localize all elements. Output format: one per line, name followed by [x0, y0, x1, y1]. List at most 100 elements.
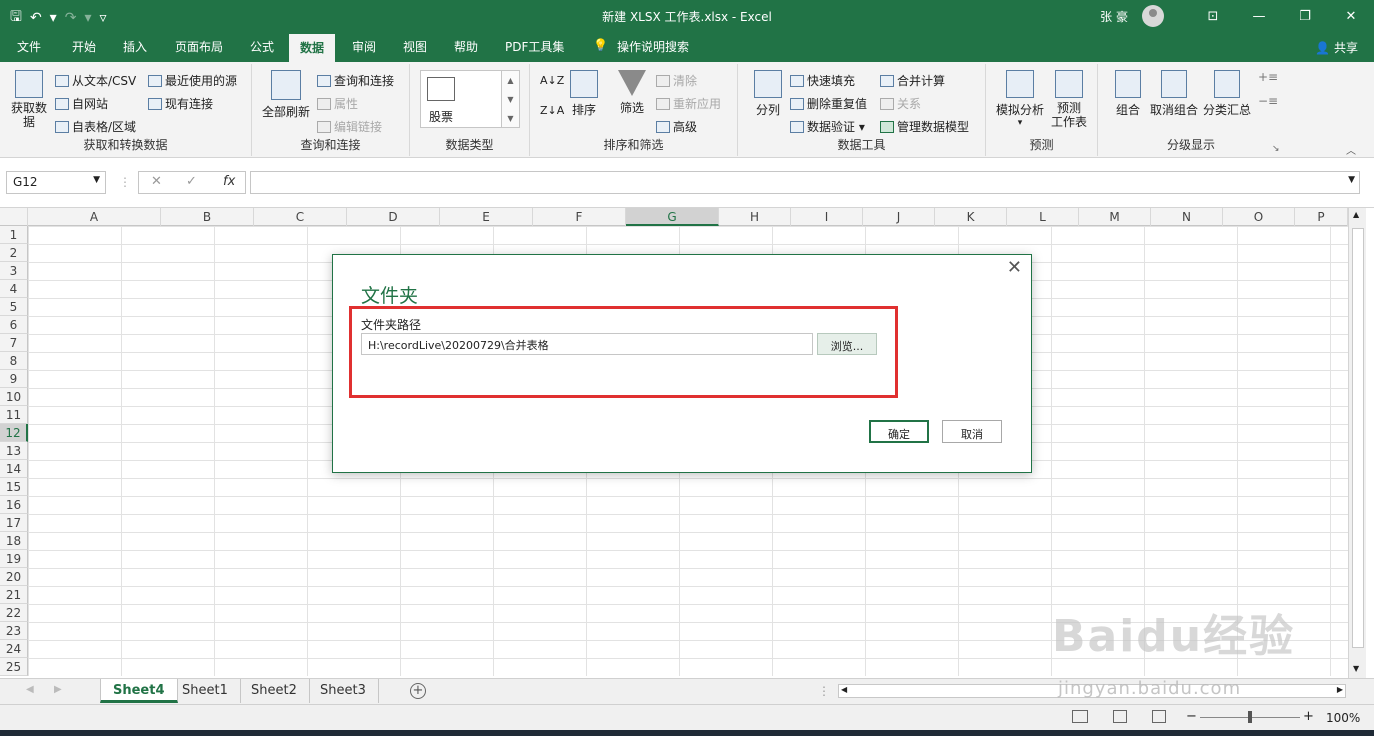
column-header[interactable]: D	[347, 208, 440, 226]
column-header[interactable]: M	[1079, 208, 1151, 226]
chevron-down-icon[interactable]: ▾	[859, 120, 865, 134]
row-header[interactable]: 9	[0, 370, 28, 388]
sheet-tab-sheet1[interactable]: Sheet1	[170, 679, 241, 703]
hide-detail-icon[interactable]: −≡	[1258, 94, 1278, 108]
row-header[interactable]: 25	[0, 658, 28, 676]
page-break-view-icon[interactable]	[1152, 710, 1166, 723]
get-data-button[interactable]: 获取数 据	[8, 70, 50, 129]
select-all-corner[interactable]	[0, 208, 28, 226]
tab-file[interactable]: 文件	[17, 38, 41, 55]
expand-formula-bar-icon[interactable]: ▼	[1348, 175, 1355, 185]
tab-review[interactable]: 审阅	[352, 38, 376, 55]
row-header[interactable]: 22	[0, 604, 28, 622]
stocks-gallery-item[interactable]: 股票	[420, 70, 502, 128]
reapply-button[interactable]: 重新应用	[656, 95, 721, 112]
vertical-scroll-thumb[interactable]	[1352, 228, 1364, 648]
enter-formula-icon[interactable]: ✓	[186, 174, 197, 189]
minimize-button[interactable]: —	[1236, 9, 1282, 24]
row-header[interactable]: 4	[0, 280, 28, 298]
row-header[interactable]: 24	[0, 640, 28, 658]
share-button[interactable]: 👤 共享	[1315, 39, 1358, 56]
row-header[interactable]: 8	[0, 352, 28, 370]
row-header[interactable]: 18	[0, 532, 28, 550]
ok-button[interactable]: 确定	[869, 420, 929, 443]
chevron-up-icon[interactable]: ▲	[502, 71, 519, 90]
gallery-scroll[interactable]: ▲ ▼ ▼	[502, 70, 520, 128]
sheet-tab-sheet4[interactable]: Sheet4	[100, 679, 178, 703]
sort-button[interactable]: 排序	[566, 70, 602, 118]
ribbon-display-options-icon[interactable]: ⊡	[1190, 9, 1236, 24]
close-dialog-icon[interactable]: ✕	[1007, 257, 1022, 278]
row-header[interactable]: 7	[0, 334, 28, 352]
text-to-columns-button[interactable]: 分列	[750, 70, 786, 118]
edit-links-button[interactable]: 编辑链接	[317, 118, 382, 135]
queries-connections-button[interactable]: 查询和连接	[317, 72, 394, 89]
column-header[interactable]: B	[161, 208, 254, 226]
avatar[interactable]	[1142, 5, 1164, 27]
tab-data[interactable]: 数据	[289, 34, 336, 62]
name-box[interactable]: G12 ▼	[6, 171, 106, 194]
scroll-left-icon[interactable]: ◀	[841, 685, 847, 694]
row-header[interactable]: 23	[0, 622, 28, 640]
zoom-out-icon[interactable]: −	[1186, 709, 1197, 724]
vertical-scrollbar[interactable]: ▲ ▼	[1348, 208, 1366, 678]
row-header[interactable]: 11	[0, 406, 28, 424]
tab-view[interactable]: 视图	[403, 38, 427, 55]
row-header[interactable]: 19	[0, 550, 28, 568]
prev-sheet-icon[interactable]: ◀	[26, 684, 34, 695]
column-header[interactable]: P	[1295, 208, 1348, 226]
row-header[interactable]: 1	[0, 226, 28, 244]
tab-help[interactable]: 帮助	[454, 38, 478, 55]
from-web-button[interactable]: 自网站	[55, 95, 108, 112]
column-header[interactable]: I	[791, 208, 863, 226]
user-name[interactable]: 张 豪	[1100, 8, 1128, 25]
gallery-more-icon[interactable]: ▼	[502, 109, 519, 128]
tell-me-search[interactable]: 操作说明搜索	[617, 38, 689, 55]
scroll-up-icon[interactable]: ▲	[1353, 210, 1359, 219]
collapse-ribbon-icon[interactable]: ︿	[1346, 142, 1356, 157]
sort-ascending-icon[interactable]: A↓Z	[540, 74, 564, 87]
insert-function-icon[interactable]: fx	[223, 174, 235, 189]
sheet-tab-sheet3[interactable]: Sheet3	[308, 679, 379, 703]
column-header[interactable]: N	[1151, 208, 1223, 226]
filter-button[interactable]: 筛选	[614, 70, 650, 116]
relationships-button[interactable]: 关系	[880, 95, 921, 112]
from-csv-button[interactable]: 从文本/CSV	[55, 72, 136, 89]
tab-insert[interactable]: 插入	[123, 38, 147, 55]
chevron-down-icon[interactable]: ▼	[502, 90, 519, 109]
refresh-all-button[interactable]: 全部刷新	[260, 70, 312, 120]
recent-sources-button[interactable]: 最近使用的源	[148, 72, 237, 89]
flash-fill-button[interactable]: 快速填充	[790, 72, 855, 89]
row-header[interactable]: 20	[0, 568, 28, 586]
row-header[interactable]: 14	[0, 460, 28, 478]
add-sheet-icon[interactable]: +	[410, 683, 426, 699]
sort-descending-icon[interactable]: Z↓A	[540, 104, 564, 117]
consolidate-button[interactable]: 合并计算	[880, 72, 945, 89]
row-header[interactable]: 15	[0, 478, 28, 496]
chevron-down-icon[interactable]: ▼	[93, 175, 100, 185]
formula-input[interactable]: ▼	[250, 171, 1360, 194]
from-table-button[interactable]: 自表格/区域	[55, 118, 136, 135]
clear-filter-button[interactable]: 清除	[656, 72, 697, 89]
column-header[interactable]: L	[1007, 208, 1079, 226]
forecast-sheet-button[interactable]: 预测 工作表	[1048, 70, 1090, 129]
manage-data-model-button[interactable]: 管理数据模型	[880, 118, 969, 135]
row-header-selected[interactable]: 12	[0, 424, 28, 442]
cancel-formula-icon[interactable]: ✕	[151, 174, 162, 189]
show-detail-icon[interactable]: +≡	[1258, 70, 1278, 84]
normal-view-icon[interactable]	[1072, 710, 1088, 723]
group-button[interactable]: 组合	[1110, 70, 1146, 118]
zoom-level[interactable]: 100%	[1326, 711, 1360, 725]
scroll-right-icon[interactable]: ▶	[1337, 685, 1343, 694]
row-header[interactable]: 17	[0, 514, 28, 532]
row-header[interactable]: 13	[0, 442, 28, 460]
tab-formulas[interactable]: 公式	[250, 38, 274, 55]
column-header[interactable]: J	[863, 208, 935, 226]
cancel-button[interactable]: 取消	[942, 420, 1002, 443]
zoom-in-icon[interactable]: +	[1303, 709, 1314, 724]
tab-pdf-tools[interactable]: PDF工具集	[505, 38, 564, 55]
column-header-selected[interactable]: G	[626, 208, 719, 226]
subtotal-button[interactable]: 分类汇总	[1202, 70, 1252, 118]
column-header[interactable]: O	[1223, 208, 1295, 226]
column-header[interactable]: K	[935, 208, 1007, 226]
